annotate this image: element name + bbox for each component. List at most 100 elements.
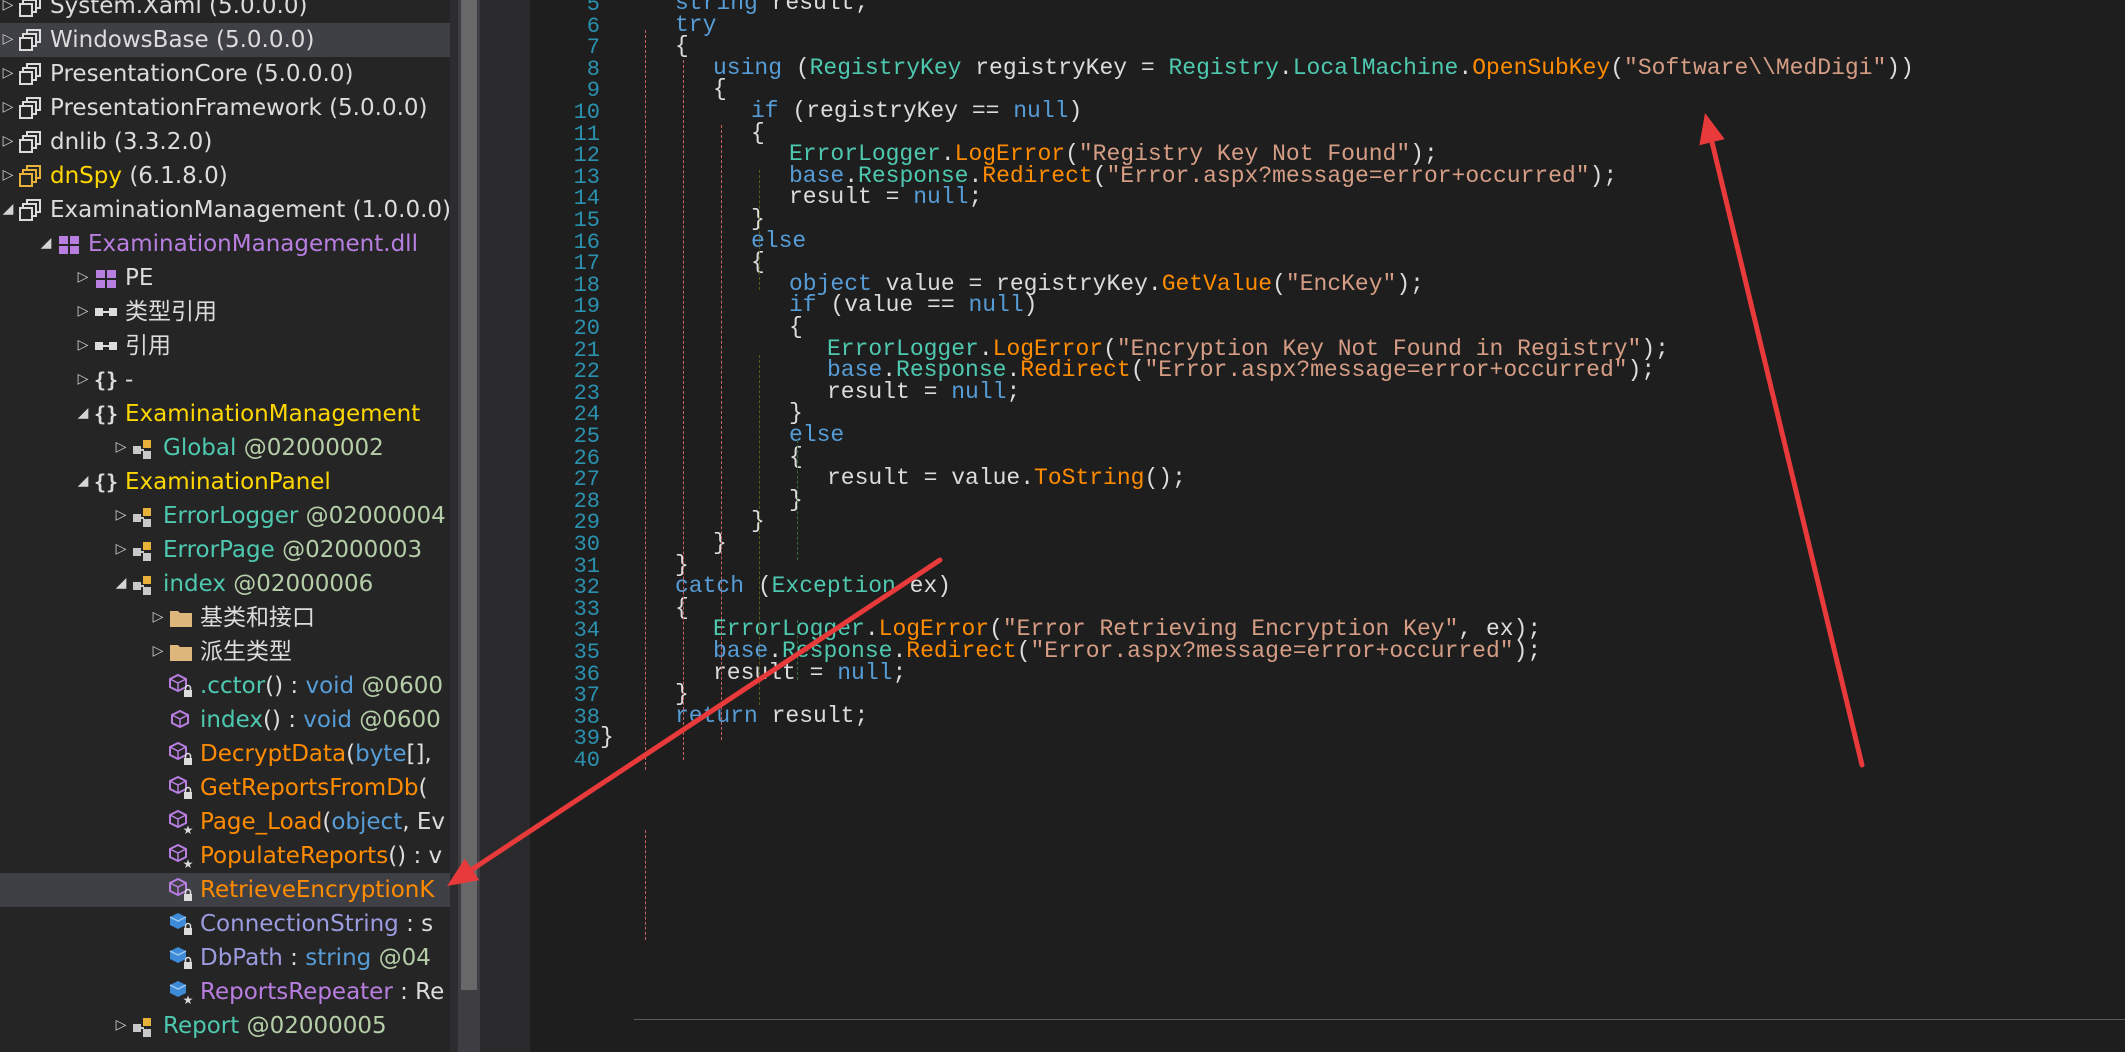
label-part: ErrorLogger	[163, 503, 306, 529]
collapsed-arrow-icon[interactable]: ▷	[0, 0, 16, 22]
method-lock-icon	[166, 771, 196, 805]
tree-row[interactable]: ◢ ExaminationManagement.dll	[0, 227, 450, 261]
tree-row[interactable]: ▷ System.Xaml (5.0.0.0)	[0, 0, 450, 23]
tree-row[interactable]: index() : void @0600	[0, 703, 450, 737]
collapsed-arrow-icon[interactable]: ▷	[113, 1008, 129, 1042]
expanded-arrow-icon[interactable]: ◢	[75, 396, 91, 430]
tree-row-label: .cctor() : void @0600	[200, 669, 443, 703]
expanded-arrow-icon[interactable]: ◢	[38, 226, 54, 260]
code-line[interactable]: {	[789, 314, 803, 340]
code-line[interactable]: }	[789, 487, 803, 513]
label-part: PresentationFramework	[50, 95, 330, 121]
collapsed-arrow-icon[interactable]: ▷	[75, 294, 91, 328]
collapsed-arrow-icon[interactable]: ▷	[113, 532, 129, 566]
tree-row[interactable]: ▷ 引用	[0, 329, 450, 363]
code-line[interactable]: }	[751, 508, 765, 534]
tree-row-label: PresentationFramework (5.0.0.0)	[50, 91, 428, 125]
tree-row[interactable]: .cctor() : void @0600	[0, 669, 450, 703]
code-line[interactable]: using (RegistryKey registryKey = Registr…	[713, 55, 1914, 81]
code-line[interactable]: result = value.ToString();	[827, 465, 1186, 491]
expanded-arrow-icon[interactable]: ◢	[0, 192, 16, 226]
code-token: "Software\\MedDigi"	[1624, 55, 1887, 81]
code-token: }	[600, 724, 614, 750]
editor-margin	[480, 0, 530, 1052]
method-star-icon: ★	[166, 839, 196, 873]
collapsed-arrow-icon[interactable]: ▷	[0, 158, 16, 192]
tree-row[interactable]: ▷ ErrorPage @02000003	[0, 533, 450, 567]
collapsed-arrow-icon[interactable]: ▷	[150, 634, 166, 668]
code-line[interactable]: result = null;	[713, 660, 906, 686]
tree-row[interactable]: ▷ PresentationFramework (5.0.0.0)	[0, 91, 450, 125]
code-line[interactable]: result = null;	[827, 379, 1020, 405]
tree-row[interactable]: ▷{} -	[0, 363, 450, 397]
tree-row[interactable]: ▷ 类型引用	[0, 295, 450, 329]
tree-row-label: GetReportsFromDb(	[200, 771, 428, 805]
collapsed-arrow-icon[interactable]: ▷	[150, 600, 166, 634]
indent-guide	[759, 355, 760, 705]
tree-row[interactable]: ▷ Global @02000002	[0, 431, 450, 465]
code-token: (registryKey ==	[778, 98, 1014, 124]
expanded-arrow-icon[interactable]: ◢	[75, 464, 91, 498]
code-line[interactable]: {	[789, 444, 803, 470]
tree-row[interactable]: ◢{} ExaminationManagement	[0, 397, 450, 431]
tree-row[interactable]: ▷ PE	[0, 261, 450, 295]
collapsed-arrow-icon[interactable]: ▷	[75, 362, 91, 396]
collapsed-arrow-icon[interactable]: ▷	[113, 430, 129, 464]
collapsed-arrow-icon[interactable]: ▷	[113, 498, 129, 532]
tree-row[interactable]: ▷ dnlib (3.3.2.0)	[0, 125, 450, 159]
code-line[interactable]: if (registryKey == null)	[751, 98, 1082, 124]
code-line[interactable]: {	[751, 120, 765, 146]
code-token: );	[1513, 638, 1542, 664]
code-line[interactable]: {	[675, 33, 689, 59]
label-part: .cctor	[200, 673, 266, 699]
tree-row[interactable]: ★ ReportsRepeater : Re	[0, 975, 450, 1009]
tree-row[interactable]: ▷ 派生类型	[0, 635, 450, 669]
reference-icon	[91, 329, 121, 363]
collapsed-arrow-icon[interactable]: ▷	[75, 260, 91, 294]
code-token: );	[1396, 271, 1424, 297]
collapsed-arrow-icon[interactable]: ▷	[75, 328, 91, 362]
collapsed-arrow-icon[interactable]: ▷	[0, 22, 16, 56]
code-token: ;	[968, 184, 983, 210]
label-part: : Re	[392, 979, 445, 1005]
label-part: (3.3.2.0)	[113, 129, 213, 155]
code-line[interactable]: {	[713, 76, 727, 102]
code-line[interactable]: {	[751, 249, 765, 275]
tree-row[interactable]: ▷ 基类和接口	[0, 601, 450, 635]
code-line[interactable]: result = null;	[789, 184, 982, 210]
decompiled-code-editor[interactable]: 5 string result; 6 try 7{8 using (RegistryKey…	[530, 0, 2125, 1052]
code-line[interactable]: if (value == null)	[789, 292, 1037, 318]
tree-row[interactable]: ▷ dnSpy (6.1.8.0)	[0, 159, 450, 193]
label-part: void	[303, 707, 360, 733]
panel-splitter[interactable]	[450, 0, 458, 1052]
collapsed-arrow-icon[interactable]: ▷	[0, 90, 16, 124]
expanded-arrow-icon[interactable]: ◢	[113, 566, 129, 600]
tree-row[interactable]: ◢ ExaminationManagement (1.0.0.0)	[0, 193, 450, 227]
tree-row[interactable]: ★ Page_Load(object, Ev	[0, 805, 450, 839]
tree-row[interactable]: ConnectionString : s	[0, 907, 450, 941]
tree-row[interactable]: ▷ WindowsBase (5.0.0.0)	[0, 23, 450, 57]
code-line[interactable]: catch (Exception ex)	[675, 573, 951, 599]
code-token: ;	[1006, 379, 1021, 405]
label-part: @02000004	[305, 503, 446, 529]
tree-row[interactable]: ▷ Report @02000005	[0, 1009, 450, 1043]
code-line[interactable]: {	[675, 595, 689, 621]
tree-row[interactable]: ◢{} ExaminationPanel	[0, 465, 450, 499]
module-icon	[54, 227, 84, 261]
tree-row[interactable]: DbPath : string @04	[0, 941, 450, 975]
tree-scrollbar-thumb[interactable]	[461, 0, 477, 990]
tree-row[interactable]: RetrieveEncryptionK	[0, 873, 450, 907]
tree-row[interactable]: ▷ PresentationCore (5.0.0.0)	[0, 57, 450, 91]
tree-row[interactable]: DecryptData(byte[],	[0, 737, 450, 771]
tree-row[interactable]: GetReportsFromDb(	[0, 771, 450, 805]
tree-row[interactable]: ▷ ErrorLogger @02000004	[0, 499, 450, 533]
assembly-explorer-tree[interactable]: ▷ System.Xaml (5.0.0.0) ▷ WindowsBase (5.0.…	[0, 0, 450, 1052]
indent-guide	[797, 440, 798, 560]
code-line[interactable]: }	[713, 530, 727, 556]
code-line[interactable]: }	[600, 724, 614, 750]
collapsed-arrow-icon[interactable]: ▷	[0, 124, 16, 158]
tree-row[interactable]: ◢ index @02000006	[0, 567, 450, 601]
tree-row[interactable]: ★ PopulateReports() : v	[0, 839, 450, 873]
code-line[interactable]: return result;	[675, 703, 868, 729]
collapsed-arrow-icon[interactable]: ▷	[0, 56, 16, 90]
